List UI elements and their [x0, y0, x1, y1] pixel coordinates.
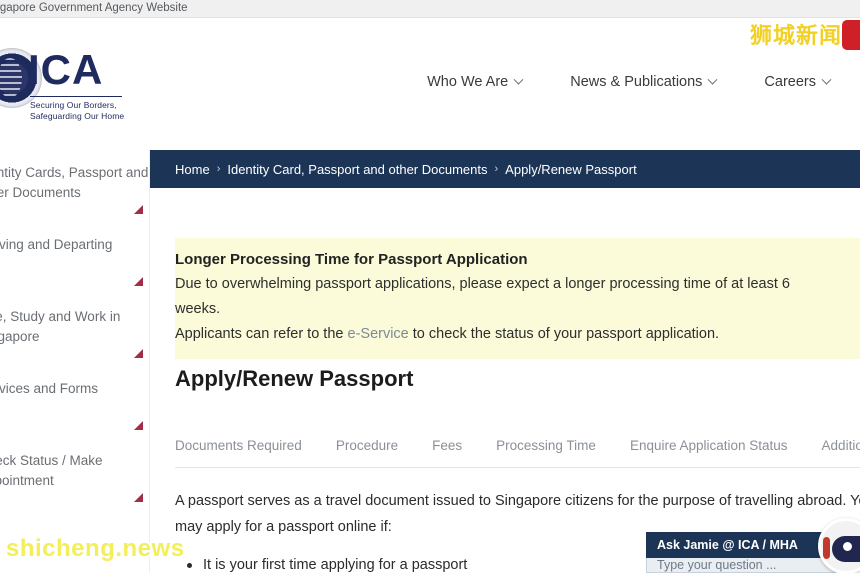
sidebar-marker-icon: [134, 421, 143, 430]
government-banner: A Singapore Government Agency Website: [0, 0, 860, 18]
ica-tagline-line1: Securing Our Borders,: [30, 100, 117, 110]
government-banner-text: A Singapore Government Agency Website: [0, 2, 188, 14]
site-header: ICA Securing Our Borders, Safeguarding O…: [0, 19, 860, 149]
eservice-link[interactable]: e-Service: [348, 326, 409, 342]
ica-logo-text: ICA Securing Our Borders, Safeguarding O…: [28, 46, 128, 122]
chatbot-avatar-icon[interactable]: [818, 518, 860, 573]
sidebar-item-label: Identity Cards, Passport and other Docum…: [0, 163, 149, 203]
tab-processing-time[interactable]: Processing Time: [496, 438, 596, 453]
alert-banner: Longer Processing Time for Passport Appl…: [175, 238, 860, 359]
ica-acronym: ICA: [28, 46, 104, 93]
sidebar-item-label-line1: Services and Forms: [0, 381, 99, 396]
sidebar-marker-icon: [134, 349, 143, 358]
page-title: Apply/Renew Passport: [175, 366, 414, 391]
alert-line-3-prefix: Applicants can refer to the: [175, 326, 348, 342]
main-navigation: Who We Are News & Publications Careers: [427, 74, 832, 90]
chatbot-avatar-eye: [843, 542, 852, 551]
sidebar-item-label-line1: Arriving and Departing: [0, 237, 113, 252]
tab-additional-information[interactable]: Additional Information: [822, 438, 860, 453]
main-content: Longer Processing Time for Passport Appl…: [150, 188, 860, 573]
sidebar-marker-icon: [134, 493, 143, 502]
content-tabs: Documents Required Procedure Fees Proces…: [175, 428, 860, 468]
chatbot-avatar-accent: [823, 537, 830, 559]
tab-documents-required[interactable]: Documents Required: [175, 438, 302, 453]
ica-logo[interactable]: ICA Securing Our Borders, Safeguarding O…: [0, 46, 132, 136]
nav-item-careers[interactable]: Careers: [764, 74, 832, 90]
sidebar-item-label: Services and Forms: [0, 379, 127, 399]
nav-label-careers: Careers: [764, 74, 816, 90]
page-root: A Singapore Government Agency Website IC…: [0, 0, 860, 573]
sidebar-item-label: Arriving and Departing: [0, 235, 127, 255]
tab-procedure[interactable]: Procedure: [336, 438, 398, 453]
body-paragraph-line1: A passport serves as a travel document i…: [175, 493, 860, 509]
sidebar-item-label-line1: Live, Study and Work in: [0, 309, 121, 324]
chat-widget-title: Ask Jamie @ ICA / MHA: [657, 538, 798, 552]
sidebar-item-label-line2: other Documents: [0, 185, 81, 200]
watermark-chinese: 狮城新闻: [749, 23, 842, 48]
chat-widget[interactable]: Ask Jamie @ ICA / MHA Type your question…: [646, 518, 860, 573]
ica-tagline: Securing Our Borders, Safeguarding Our H…: [30, 100, 126, 122]
sidebar-item-identity-cards[interactable]: Identity Cards, Passport and other Docum…: [0, 150, 149, 222]
chevron-down-icon: [707, 74, 718, 85]
nav-label-news-publications: News & Publications: [570, 74, 703, 90]
alert-line-1: Due to overwhelming passport application…: [175, 276, 790, 292]
breadcrumb-item-documents[interactable]: Identity Card, Passport and other Docume…: [227, 162, 487, 177]
tab-enquire-application-status[interactable]: Enquire Application Status: [630, 438, 788, 453]
nav-item-who-we-are[interactable]: Who We Are: [427, 74, 524, 90]
sidebar-marker-icon: [134, 277, 143, 286]
sidebar-item-services-forms[interactable]: Services and Forms: [0, 366, 149, 438]
sidebar-item-label-line2: Singapore: [0, 329, 40, 344]
sidebar-item-label: Check Status / Make Appointment: [0, 451, 127, 491]
breadcrumb-separator-icon: ›: [216, 163, 221, 175]
sidebar-item-label: Live, Study and Work in Singapore: [0, 307, 127, 347]
alert-line-3: Applicants can refer to the e-Service to…: [175, 322, 860, 347]
chevron-down-icon: [513, 74, 524, 85]
sidebar-item-check-status[interactable]: Check Status / Make Appointment: [0, 438, 149, 510]
sidebar-item-arriving-departing[interactable]: Arriving and Departing: [0, 222, 149, 294]
alert-line-2: weeks.: [175, 301, 221, 317]
sidebar-item-label-line1: Check Status / Make: [0, 453, 103, 468]
sidebar-item-label-line2: Appointment: [0, 473, 54, 488]
sidebar-item-live-study-work[interactable]: Live, Study and Work in Singapore: [0, 294, 149, 366]
breadcrumb-item-home[interactable]: Home: [175, 162, 210, 177]
sidebar-item-label-line1: Identity Cards, Passport and: [0, 165, 149, 180]
logo-divider: [30, 96, 122, 97]
ica-tagline-line2: Safeguarding Our Home: [30, 111, 125, 121]
sidebar-marker-icon: [134, 205, 143, 214]
alert-title: Longer Processing Time for Passport Appl…: [175, 251, 528, 268]
breadcrumb: Home › Identity Card, Passport and other…: [150, 150, 860, 188]
breadcrumb-separator-icon: ›: [494, 163, 499, 175]
nav-label-who-we-are: Who We Are: [427, 74, 509, 90]
alert-line-3-suffix: to check the status of your passport app…: [408, 326, 720, 342]
watermark-badge-icon: [842, 20, 860, 50]
tab-fees[interactable]: Fees: [432, 438, 462, 453]
breadcrumb-item-current[interactable]: Apply/Renew Passport: [505, 162, 637, 177]
nav-item-news-publications[interactable]: News & Publications: [570, 74, 718, 90]
sidebar: Identity Cards, Passport and other Docum…: [0, 150, 150, 573]
watermark-shicheng-news: shicheng.news: [6, 535, 185, 562]
chat-widget-header[interactable]: Ask Jamie @ ICA / MHA: [646, 532, 836, 558]
chat-question-input[interactable]: Type your question ...: [646, 558, 836, 573]
chevron-down-icon: [821, 74, 832, 85]
